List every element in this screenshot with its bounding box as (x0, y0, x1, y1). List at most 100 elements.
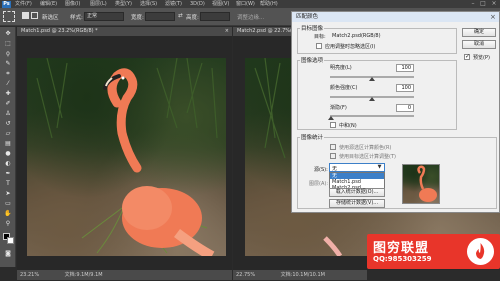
watermark-logo-icon (467, 238, 494, 265)
menu-filter[interactable]: 滤镜(T) (165, 0, 182, 8)
menu-window[interactable]: 窗口(W) (236, 0, 255, 8)
quick-select-icon[interactable]: ✎ (3, 59, 13, 68)
match-color-dialog: 匹配颜色 × 目标图像 目标: Match2.psd(RGB/8) 应用调整时忽… (291, 11, 500, 213)
refine-edge-button[interactable]: 调整边缘... (237, 13, 264, 21)
menu-help[interactable]: 帮助(H) (260, 0, 278, 8)
image-stats-group (297, 137, 497, 209)
blur-icon[interactable]: ● (3, 149, 13, 158)
menu-edit[interactable]: 编辑(E) (40, 0, 57, 8)
document-canvas-1[interactable] (17, 36, 232, 270)
new-selection-label: 新选区 (42, 15, 59, 21)
zoom-level-1[interactable]: 23.21% (17, 272, 39, 278)
background-color-swatch[interactable] (7, 237, 14, 244)
menu-select[interactable]: 选择(S) (140, 0, 157, 8)
neutralize-checkbox[interactable] (330, 122, 336, 128)
dialog-title: 匹配颜色 (292, 12, 499, 22)
tools-panel: ✥ ⬚ ϙ ✎ ⌗ ⁄ ✚ ✐ ♙ ↺ ▱ ▤ ● ◐ ✒ T ➤ ▭ ✋ ⚲ … (0, 27, 16, 267)
close-icon[interactable]: × (489, 0, 499, 8)
zoom-level-2[interactable]: 22.75% (233, 272, 255, 278)
eraser-icon[interactable]: ▱ (3, 129, 13, 138)
watermark-qq: QQ:985303259 (373, 255, 432, 263)
color-intensity-label: 颜色强度(C) (330, 85, 358, 91)
pen-icon[interactable]: ✒ (3, 169, 13, 178)
neutralize-label: 中和(N) (339, 123, 357, 129)
clone-stamp-icon[interactable]: ♙ (3, 109, 13, 118)
layer-label: 图层(A): (309, 181, 329, 187)
path-select-icon[interactable]: ➤ (3, 189, 13, 198)
preview-label: 预览(P) (473, 55, 490, 61)
style-select[interactable]: 正常 (84, 12, 124, 21)
menu-type[interactable]: 类型(Y) (115, 0, 132, 8)
fade-label: 渐隐(F) (330, 105, 347, 111)
color-intensity-input[interactable]: 100 (396, 84, 414, 92)
doc-info-1: 文档:9.1M/9.1M (64, 272, 103, 278)
ignore-selection-label: 应用调整时忽略选区(I) (325, 44, 376, 50)
lasso-icon[interactable]: ϙ (3, 49, 13, 58)
quick-mask-icon[interactable]: ◙ (3, 249, 13, 258)
menu-layer[interactable]: 图层(L) (90, 0, 107, 8)
menu-view[interactable]: 视图(V) (212, 0, 229, 8)
marquee-tool-icon[interactable] (3, 11, 15, 22)
chevron-down-icon[interactable]: ▼ (376, 164, 383, 171)
use-target-selection-label: 使用目标选区计算调整(T) (339, 154, 396, 160)
add-selection-icon[interactable] (31, 12, 38, 19)
luminance-input[interactable]: 100 (396, 64, 414, 72)
use-source-selection-label: 使用源选区计算颜色(R) (339, 145, 392, 151)
title-bar: Ps 文件(F) 编辑(E) 图像(I) 图层(L) 类型(Y) 选择(S) 滤… (0, 0, 500, 8)
crop-icon[interactable]: ⌗ (3, 69, 13, 78)
source-label: 源(S): (314, 167, 328, 173)
history-brush-icon[interactable]: ↺ (3, 119, 13, 128)
shape-icon[interactable]: ▭ (3, 199, 13, 208)
save-stats-button[interactable]: 存储统计数据(V)... (329, 199, 385, 208)
use-source-selection-checkbox[interactable] (330, 144, 336, 150)
dialog-close-icon[interactable]: × (490, 13, 496, 21)
style-label: 样式: (70, 15, 83, 21)
fade-slider[interactable] (330, 115, 414, 117)
load-stats-button[interactable]: 载入统计数据(O)... (329, 188, 385, 197)
minimize-icon[interactable]: – (468, 0, 478, 8)
luminance-slider-thumb[interactable] (369, 77, 375, 81)
source-select-value: 无 (332, 166, 338, 172)
status-bar-2: 22.75% 文档:10.1M/10.1M (233, 270, 367, 280)
ignore-selection-checkbox[interactable] (316, 43, 322, 49)
flamingo-illustration (36, 58, 218, 256)
menu-3d[interactable]: 3D(D) (190, 0, 205, 8)
source-thumbnail (402, 164, 440, 204)
ok-button[interactable]: 确定 (462, 28, 496, 37)
source-select[interactable]: 无 ▼ (329, 163, 385, 172)
menu-image[interactable]: 图像(I) (65, 0, 80, 8)
healing-brush-icon[interactable]: ✚ (3, 89, 13, 98)
height-input[interactable] (200, 12, 230, 21)
new-selection-icon[interactable] (22, 12, 29, 19)
eyedropper-icon[interactable]: ⁄ (3, 79, 13, 88)
gradient-icon[interactable]: ▤ (3, 139, 13, 148)
flamingo-photo-1 (27, 58, 226, 256)
brush-icon[interactable]: ✐ (3, 99, 13, 108)
close-tab-icon[interactable]: × (225, 27, 232, 36)
watermark-banner: 图穷联盟 QQ:985303259 (367, 234, 500, 269)
move-tool-icon[interactable]: ✥ (3, 29, 13, 38)
target-value: Match2.psd(RGB/8) (332, 33, 381, 39)
document-tab-1-title: Match1.psd @ 23.2%(RGB/8) * (21, 28, 98, 34)
width-label: 宽度: (131, 15, 144, 21)
maximize-icon[interactable]: □ (478, 0, 488, 8)
cancel-button[interactable]: 取消 (462, 40, 496, 49)
fade-input[interactable]: 0 (396, 104, 414, 112)
flame-icon (476, 243, 485, 259)
menu-file[interactable]: 文件(F) (15, 0, 32, 8)
zoom-icon[interactable]: ⚲ (3, 219, 13, 228)
thumbnail-flamingo (417, 165, 437, 202)
swap-icon[interactable]: ⇄ (178, 13, 183, 19)
document-tab-1[interactable]: Match1.psd @ 23.2%(RGB/8) * × (17, 27, 232, 36)
marquee-icon[interactable]: ⬚ (3, 39, 13, 48)
width-input[interactable] (145, 12, 175, 21)
color-intensity-slider-thumb[interactable] (369, 97, 375, 101)
preview-checkbox[interactable]: ✓ (464, 53, 470, 60)
status-bar-1: 23.21% 文档:9.1M/9.1M (17, 270, 232, 280)
fade-slider-thumb[interactable] (328, 116, 334, 120)
dodge-icon[interactable]: ◐ (3, 159, 13, 168)
type-icon[interactable]: T (3, 179, 13, 188)
use-target-selection-checkbox[interactable] (330, 153, 336, 159)
hand-icon[interactable]: ✋ (3, 209, 13, 218)
luminance-label: 明亮度(L) (330, 65, 352, 71)
